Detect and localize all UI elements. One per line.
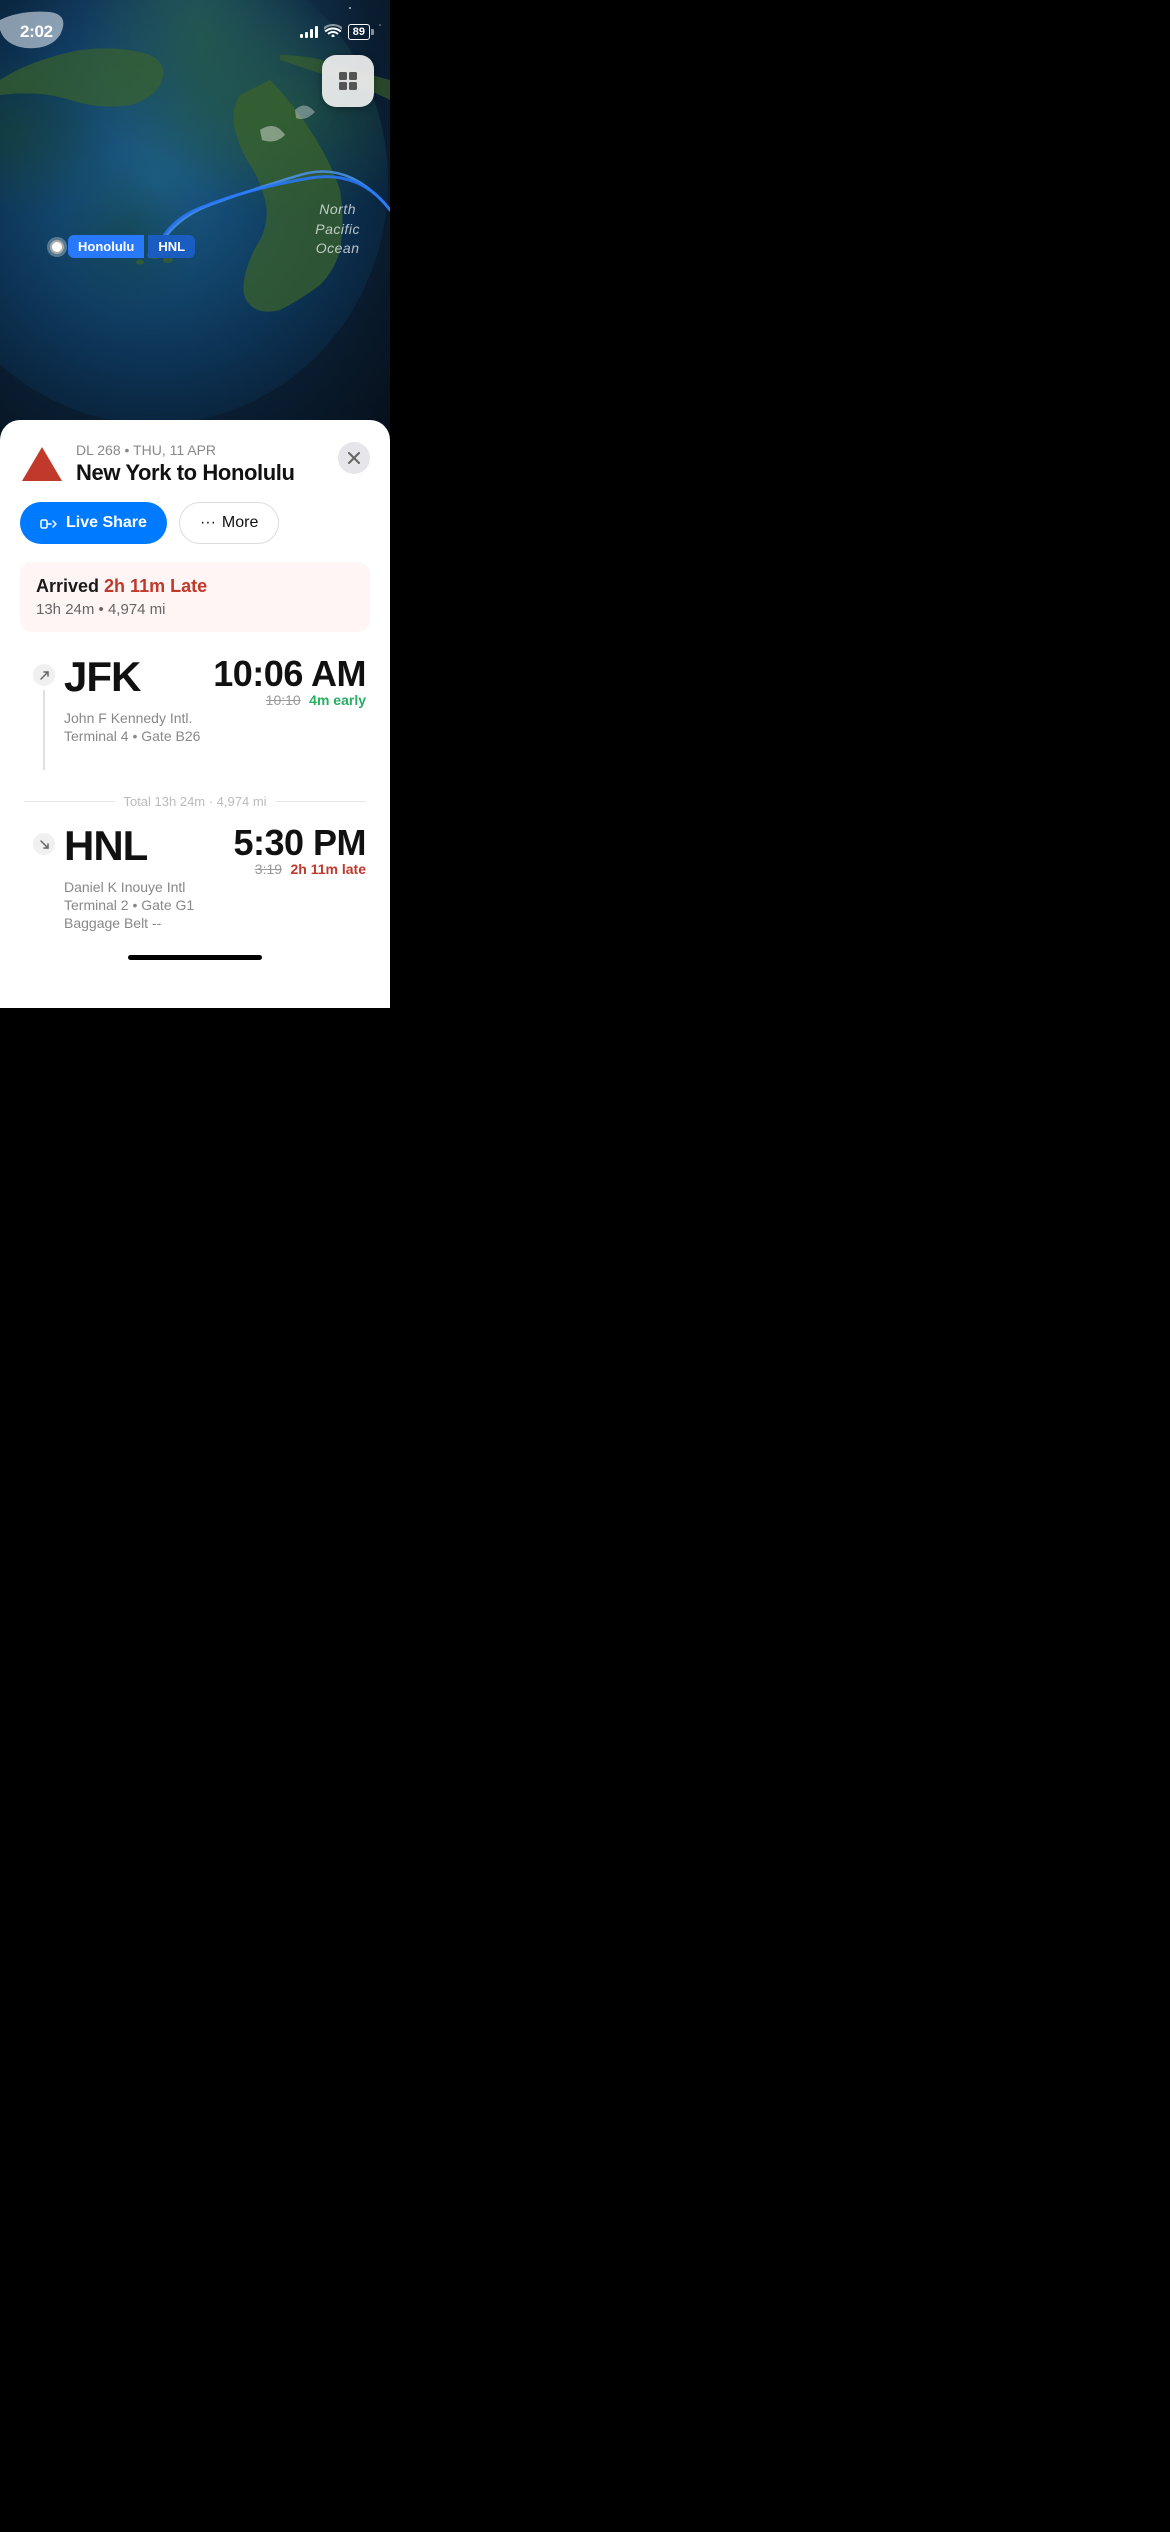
arrival-time-status: 3:19 2h 11m late (233, 861, 366, 879)
departure-details: JFK 10:06 AM 10:10 4m early John F Kenne… (64, 656, 366, 744)
home-indicator (128, 955, 262, 960)
more-dots: ··· (200, 514, 216, 532)
departure-time-status: 10:10 4m early (213, 692, 366, 710)
action-buttons: Live Share ··· More (20, 502, 370, 544)
bottom-sheet: DL 268 • THU, 11 APR New York to Honolul… (0, 420, 390, 1008)
more-button[interactable]: ··· More (179, 502, 279, 544)
map-layers-icon (335, 70, 361, 92)
delta-logo (20, 442, 64, 486)
departure-code-row: JFK 10:06 AM 10:10 4m early (64, 656, 366, 710)
duration-line-right (275, 801, 366, 802)
status-time: 2:02 (20, 22, 53, 42)
departure-code: JFK (64, 656, 140, 698)
flight-title-block: DL 268 • THU, 11 APR New York to Honolul… (76, 442, 295, 486)
status-bar: 2:02 89 (0, 0, 390, 50)
flight-header: DL 268 • THU, 11 APR New York to Honolul… (20, 442, 370, 486)
arrival-code: HNL (64, 825, 147, 867)
map-area: Honolulu HNL NorthPacificOcean (0, 0, 390, 440)
status-icons: 89 (300, 24, 370, 40)
departure-icon-col (24, 656, 64, 770)
landing-icon (39, 839, 50, 850)
map-toggle-button[interactable] (322, 55, 374, 107)
arrival-airport-name: Daniel K Inouye Intl (64, 879, 366, 895)
location-code-label: HNL (148, 235, 195, 258)
departure-original-time: 10:10 (266, 692, 301, 708)
status-details: 13h 24m • 4,974 mi (36, 601, 354, 618)
departure-arrow (33, 664, 55, 686)
departure-time-block: 10:06 AM 10:10 4m early (213, 656, 366, 710)
arrival-details: HNL 5:30 PM 3:19 2h 11m late Daniel K In… (64, 825, 366, 931)
duration-line-left (24, 801, 115, 802)
departure-airport-name: John F Kennedy Intl. (64, 710, 366, 726)
late-time: 2h 11m Late (104, 576, 207, 596)
status-banner: Arrived 2h 11m Late 13h 24m • 4,974 mi (20, 562, 370, 632)
arrival-time: 5:30 PM (233, 825, 366, 861)
arrival-row: HNL 5:30 PM 3:19 2h 11m late Daniel K In… (24, 825, 366, 935)
wifi-icon (324, 24, 342, 40)
ocean-label: NorthPacificOcean (315, 200, 360, 259)
signal-icon (300, 26, 318, 38)
airports-section: JFK 10:06 AM 10:10 4m early John F Kenne… (20, 656, 370, 935)
arrival-code-row: HNL 5:30 PM 3:19 2h 11m late (64, 825, 366, 879)
share-icon (40, 514, 58, 532)
arrival-arrow (33, 833, 55, 855)
live-share-button[interactable]: Live Share (20, 502, 167, 544)
connecting-line (43, 690, 45, 770)
departure-terminal: Terminal 4 • Gate B26 (64, 728, 366, 744)
baggage-belt: Baggage Belt -- (64, 915, 366, 931)
location-dot (50, 240, 64, 254)
departure-status: 4m early (309, 692, 366, 708)
close-button[interactable] (338, 442, 370, 474)
arrival-terminal: Terminal 2 • Gate G1 (64, 897, 366, 913)
status-arrived: Arrived 2h 11m Late (36, 576, 354, 597)
location-label: Honolulu HNL (50, 235, 195, 258)
flight-meta: DL 268 • THU, 11 APR (76, 442, 295, 458)
flight-route: New York to Honolulu (76, 460, 295, 486)
arrival-original-time: 3:19 (255, 861, 282, 877)
arrival-icon-col (24, 825, 64, 855)
arrival-time-block: 5:30 PM 3:19 2h 11m late (233, 825, 366, 879)
takeoff-icon (39, 670, 50, 681)
total-duration: Total 13h 24m · 4,974 mi (24, 778, 366, 825)
battery-icon: 89 (348, 24, 370, 40)
close-icon (348, 452, 360, 464)
departure-time: 10:06 AM (213, 656, 366, 692)
airline-info: DL 268 • THU, 11 APR New York to Honolul… (20, 442, 295, 486)
location-city-label: Honolulu (68, 235, 144, 258)
arrival-status: 2h 11m late (291, 861, 367, 877)
departure-row: JFK 10:06 AM 10:10 4m early John F Kenne… (24, 656, 366, 770)
